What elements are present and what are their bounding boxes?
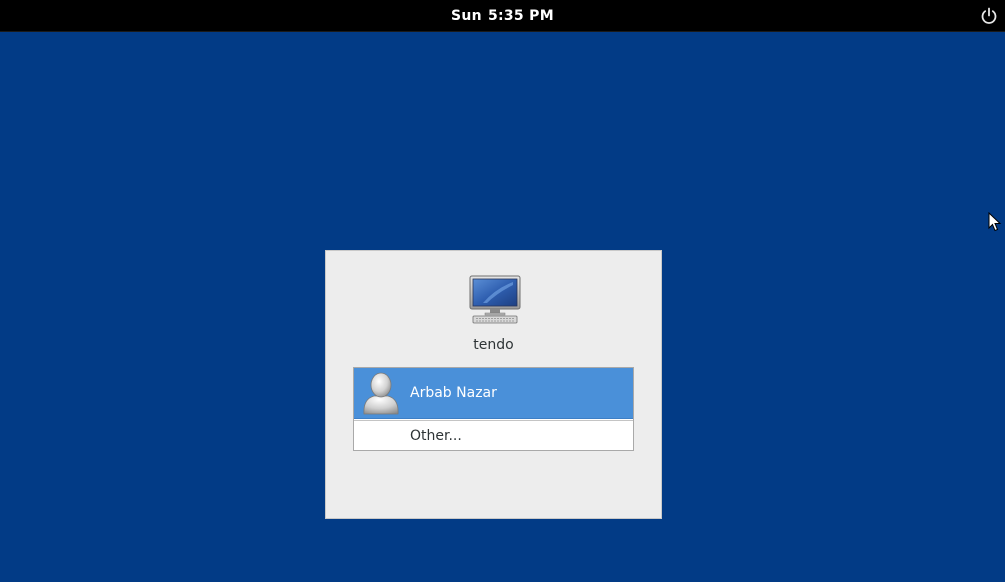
hostname-label: tendo [473,337,514,353]
power-icon [981,7,997,24]
user-name: Arbab Nazar [410,385,497,401]
clock-time: 5:35 PM [487,8,554,24]
login-dialog: tendo Arbab Nazar Other... [325,250,662,519]
power-button[interactable] [979,6,999,26]
other-user-label: Other... [410,428,462,444]
top-panel: Sun 5:35 PM [0,0,1005,32]
user-list: Arbab Nazar Other... [353,367,634,451]
computer-icon [469,275,521,324]
mouse-pointer-icon [988,212,1002,232]
user-avatar-icon [363,372,399,415]
clock-day: Sun [451,8,482,24]
user-list-item[interactable]: Arbab Nazar [354,368,633,419]
clock[interactable]: Sun 5:35 PM [0,0,1005,32]
other-user-item[interactable]: Other... [354,421,633,450]
